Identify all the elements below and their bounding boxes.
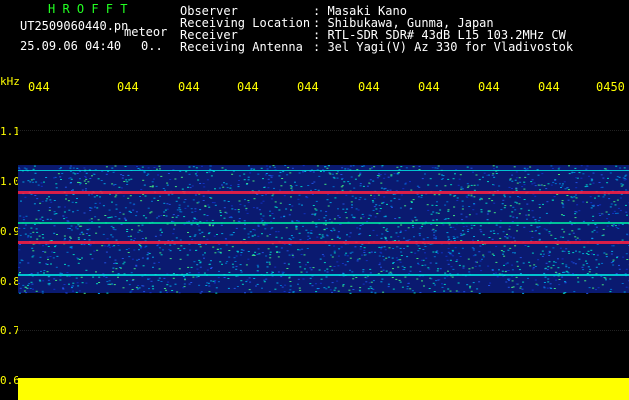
counter-label: 0.. [141, 39, 163, 53]
file-name: UT2509060440.pn [20, 19, 129, 33]
spectrogram-canvas [18, 165, 629, 294]
x-tick: 044 [297, 80, 319, 94]
x-tick: 044 [237, 80, 259, 94]
x-tick: 044 [28, 80, 50, 94]
carrier-line-upper [18, 191, 629, 194]
x-tick: 0450 [596, 80, 625, 94]
date-time: 25.09.06 04:40 [20, 39, 122, 53]
antenna-label: Receiving Antenna [180, 40, 303, 54]
antenna-value: : 3el Yagi(V) Az 330 for Vladivostok [313, 40, 574, 54]
x-tick: 044 [117, 80, 139, 94]
signal-level-bar [18, 378, 629, 400]
carrier-line-lower [18, 241, 629, 244]
x-tick: 044 [538, 80, 560, 94]
x-tick: 044 [418, 80, 440, 94]
x-tick: 044 [478, 80, 500, 94]
spectrogram-plot [18, 98, 629, 378]
x-tick: 044 [358, 80, 380, 94]
signal-line [18, 274, 629, 276]
grid-line [18, 130, 629, 131]
signal-line [18, 222, 629, 224]
signal-line [18, 170, 629, 171]
axis-unit: kHz [0, 75, 20, 88]
app-title: H R O F F T [48, 2, 128, 16]
x-tick: 044 [178, 80, 200, 94]
grid-line [18, 330, 629, 331]
mode-label: meteor [124, 25, 168, 39]
